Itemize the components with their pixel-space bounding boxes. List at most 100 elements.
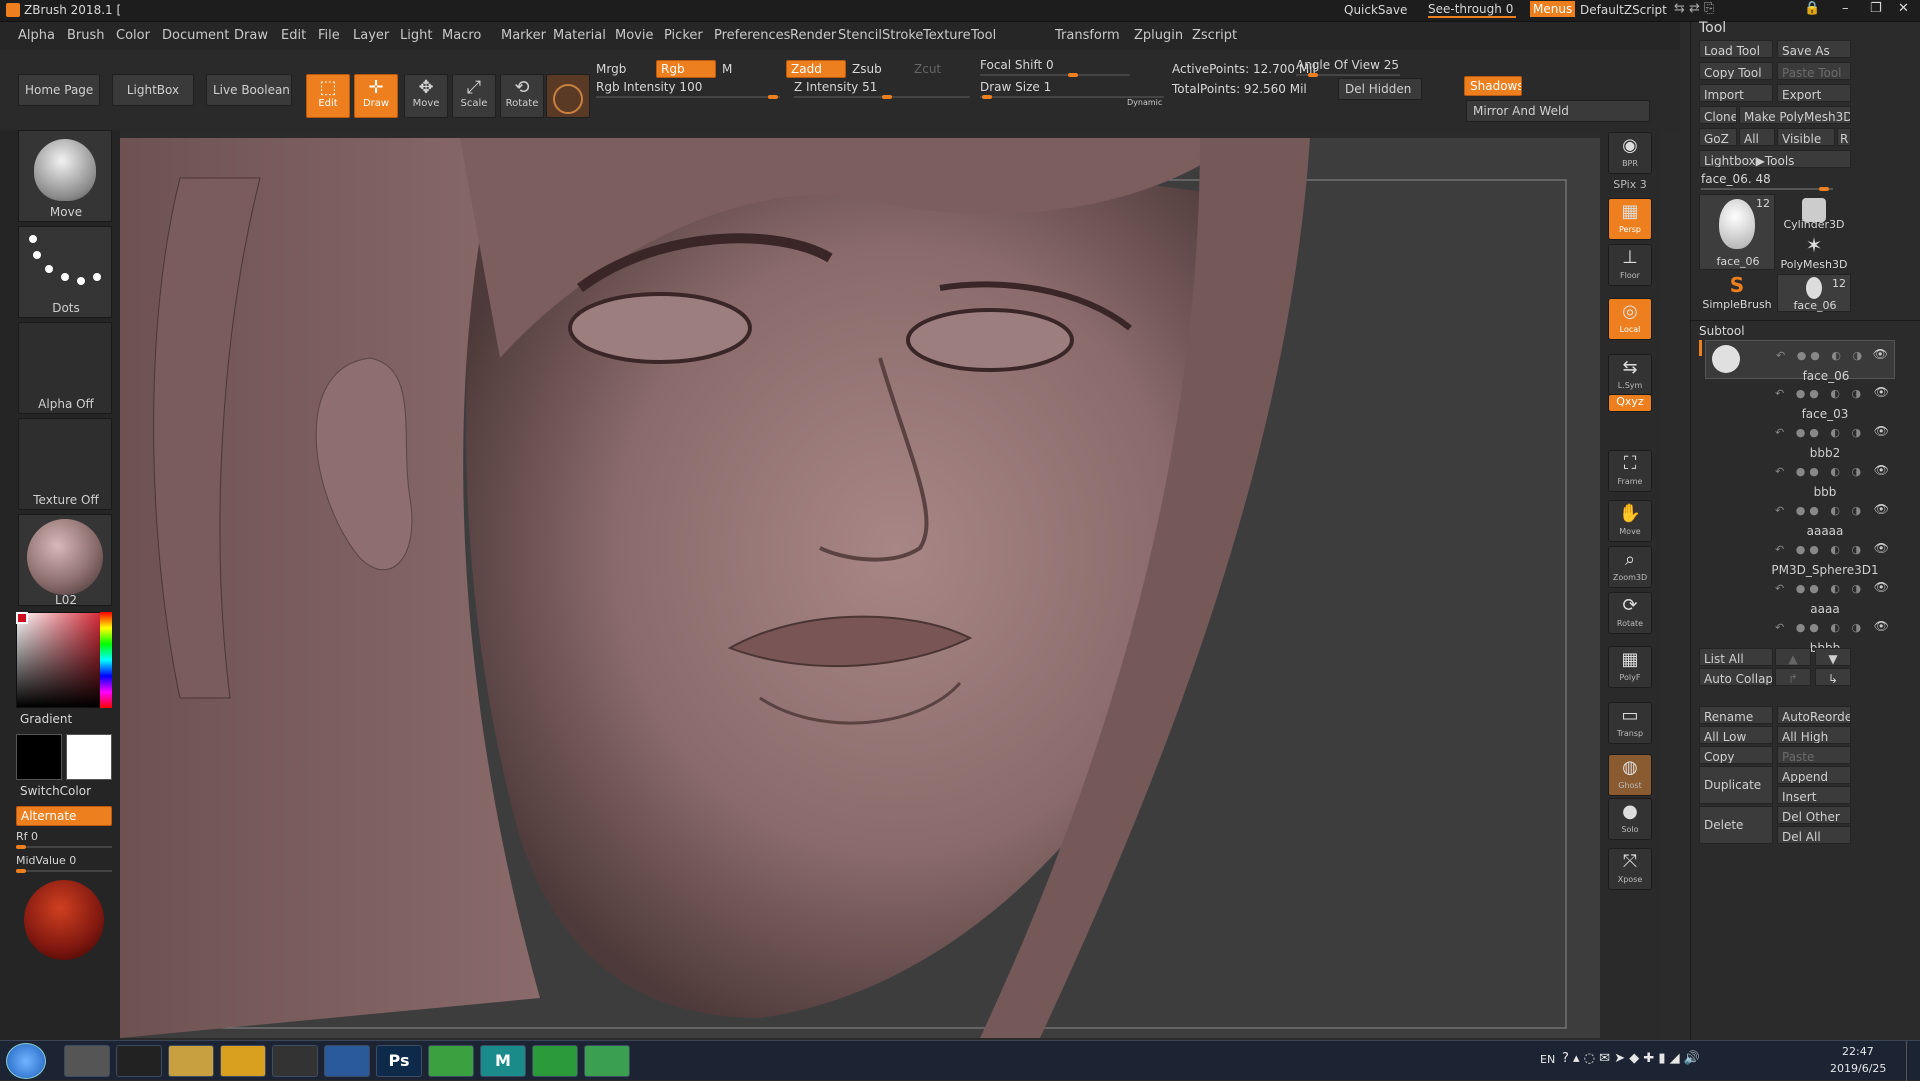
subtool-row[interactable]: ↶ ●● ◐ ◑ 👁 PM3D_Sphere3D1: [1705, 535, 1895, 577]
subtool-row[interactable]: ↶ ●● ◐ ◑ 👁 face_06: [1705, 340, 1895, 383]
menus-button[interactable]: Menus: [1530, 1, 1576, 17]
menu-preferences[interactable]: Preferences: [714, 28, 790, 43]
alpha-selector[interactable]: Alpha Off: [18, 322, 112, 414]
layout-icon[interactable]: ⇆ ⇄ ⎘: [1674, 1, 1714, 16]
subtool-toggles-icon[interactable]: ↶ ●● ◐ ◑: [1775, 465, 1865, 478]
stroke-selector[interactable]: Dots: [18, 226, 112, 318]
goz-visible-button[interactable]: Visible: [1777, 128, 1835, 146]
visibility-eye-icon[interactable]: 👁: [1874, 424, 1889, 438]
shelf-frame-button[interactable]: ⛶ Frame: [1608, 450, 1652, 492]
tool-thumb-simplebrush[interactable]: S SimpleBrush: [1699, 274, 1775, 312]
shelf-rotate-button[interactable]: ⟳ Rotate: [1608, 592, 1652, 634]
rgb-intensity-slider[interactable]: Rgb Intensity 100: [596, 80, 780, 99]
menu-draw[interactable]: Draw: [234, 28, 268, 43]
subtool-row[interactable]: ↶ ●● ◐ ◑ 👁 face_03: [1705, 379, 1895, 421]
paste-tool-button[interactable]: Paste Tool: [1777, 62, 1851, 80]
rf-slider[interactable]: Rf 0: [16, 830, 112, 849]
rotate-mode-button[interactable]: ⟲ Rotate: [500, 74, 544, 118]
rename-button[interactable]: Rename: [1699, 706, 1773, 724]
copy-tool-button[interactable]: Copy Tool: [1699, 62, 1773, 80]
close-icon[interactable]: ✕: [1898, 1, 1909, 16]
menu-color[interactable]: Color: [116, 28, 150, 43]
del-hidden-button[interactable]: Del Hidden: [1338, 78, 1422, 100]
menu-transform[interactable]: Transform: [1055, 28, 1120, 43]
copy-subtool-button[interactable]: Copy: [1699, 746, 1773, 764]
camtasia-taskbar-icon[interactable]: [532, 1045, 578, 1077]
clone-button[interactable]: Clone: [1699, 106, 1737, 124]
menu-tool[interactable]: Tool: [971, 28, 996, 43]
main-color-swatch[interactable]: [66, 734, 112, 780]
shelf-zoom3d-button[interactable]: ⌕ Zoom3D: [1608, 546, 1652, 588]
paste-subtool-button[interactable]: Paste: [1777, 746, 1851, 764]
shelf-lsym-button[interactable]: ⇆ L.Sym: [1608, 354, 1652, 396]
export-button[interactable]: Export: [1777, 84, 1851, 102]
menu-material[interactable]: Material: [553, 28, 606, 43]
viewport-canvas[interactable]: [120, 138, 1600, 1038]
menu-texture[interactable]: Texture: [923, 28, 971, 43]
load-tool-button[interactable]: Load Tool: [1699, 40, 1773, 58]
switch-color-button[interactable]: SwitchColor: [20, 784, 91, 798]
zadd-button[interactable]: Zadd: [786, 60, 846, 78]
shelf-spix-button[interactable]: SPix 3: [1608, 178, 1652, 194]
list-all-button[interactable]: List All: [1699, 648, 1773, 666]
menu-zscript[interactable]: Zscript: [1192, 28, 1237, 43]
shelf-xyz-button[interactable]: Qxyz: [1608, 394, 1652, 412]
hue-slider[interactable]: [100, 612, 112, 708]
draw-mode-button[interactable]: ✛ Draw: [354, 74, 398, 118]
tool-thumb-polymesh[interactable]: ✶ PolyMesh3D: [1777, 234, 1851, 272]
del-all-button[interactable]: Del All: [1777, 826, 1851, 844]
show-desktop-button[interactable]: [1906, 1041, 1920, 1081]
subtool-toggles-icon[interactable]: ↶ ●● ◐ ◑: [1775, 621, 1865, 634]
app-red-taskbar-icon[interactable]: [116, 1045, 162, 1077]
import-button[interactable]: Import: [1699, 84, 1773, 102]
sublime-taskbar-icon[interactable]: [324, 1045, 370, 1077]
mirror-and-weld-button[interactable]: Mirror And Weld: [1466, 100, 1650, 122]
z-intensity-slider[interactable]: Z Intensity 51: [794, 80, 970, 99]
menu-alpha[interactable]: Alpha: [18, 28, 55, 43]
save-as-button[interactable]: Save As: [1777, 40, 1851, 58]
shelf-ghost-button[interactable]: ◍ Ghost: [1608, 754, 1652, 796]
maximize-icon[interactable]: ❐: [1870, 1, 1882, 16]
menu-picker[interactable]: Picker: [664, 28, 703, 43]
subtool-toggles-icon[interactable]: ↶ ●● ◐ ◑: [1775, 504, 1865, 517]
subtool-scrollbar[interactable]: [1699, 340, 1702, 356]
lightbox-button[interactable]: LightBox: [112, 74, 194, 106]
dynamic-toggle[interactable]: Dynamic: [1127, 98, 1162, 107]
subtool-toggles-icon[interactable]: ↶ ●● ◐ ◑: [1775, 426, 1865, 439]
focal-shift-slider[interactable]: Focal Shift 0: [980, 58, 1130, 77]
shadows-button[interactable]: Shadows: [1464, 76, 1522, 96]
visibility-eye-icon[interactable]: 👁: [1874, 580, 1889, 594]
minimize-icon[interactable]: –: [1842, 1, 1849, 16]
menu-layer[interactable]: Layer: [353, 28, 389, 43]
move-up-icon[interactable]: ▲: [1775, 648, 1811, 666]
subtool-toggles-icon[interactable]: ↶ ●● ◐ ◑: [1775, 582, 1865, 595]
draw-size-slider[interactable]: Draw Size 1: [980, 80, 1164, 99]
menu-stroke[interactable]: Stroke: [882, 28, 923, 43]
subtool-row[interactable]: ↶ ●● ◐ ◑ 👁 bbb: [1705, 457, 1895, 499]
move-down-icon[interactable]: ▼: [1815, 648, 1851, 666]
menu-render[interactable]: Render: [790, 28, 836, 43]
wechat-taskbar-icon[interactable]: [428, 1045, 474, 1077]
delete-button[interactable]: Delete: [1699, 806, 1773, 844]
insert-button[interactable]: Insert: [1777, 786, 1851, 804]
subtool-row[interactable]: ↶ ●● ◐ ◑ 👁 aaaaa: [1705, 496, 1895, 538]
maya-taskbar-icon[interactable]: M: [480, 1045, 526, 1077]
language-indicator[interactable]: EN: [1540, 1053, 1555, 1066]
edit-mode-button[interactable]: ⬚ Edit: [306, 74, 350, 118]
alternate-button[interactable]: Alternate: [16, 806, 112, 826]
visibility-eye-icon[interactable]: 👁: [1874, 463, 1889, 477]
menu-macro[interactable]: Macro: [442, 28, 481, 43]
duplicate-button[interactable]: Duplicate: [1699, 766, 1773, 804]
material-swatch[interactable]: [546, 74, 590, 118]
shelf-local-button[interactable]: ◎ Local: [1608, 298, 1652, 340]
shelf-move-button[interactable]: ✋ Move: [1608, 500, 1652, 542]
start-button-icon[interactable]: [6, 1043, 46, 1079]
goz-r-button[interactable]: R: [1837, 128, 1851, 146]
clock-date[interactable]: 2019/6/25: [1830, 1062, 1886, 1075]
move-up-arrow-icon[interactable]: ↱: [1775, 668, 1811, 686]
m-button[interactable]: M: [722, 62, 732, 76]
visibility-eye-icon[interactable]: 👁: [1874, 502, 1889, 516]
subtool-row[interactable]: ↶ ●● ◐ ◑ 👁 aaaa: [1705, 574, 1895, 616]
move-down-arrow-icon[interactable]: ↳: [1815, 668, 1851, 686]
brush-selector[interactable]: Move: [18, 130, 112, 222]
